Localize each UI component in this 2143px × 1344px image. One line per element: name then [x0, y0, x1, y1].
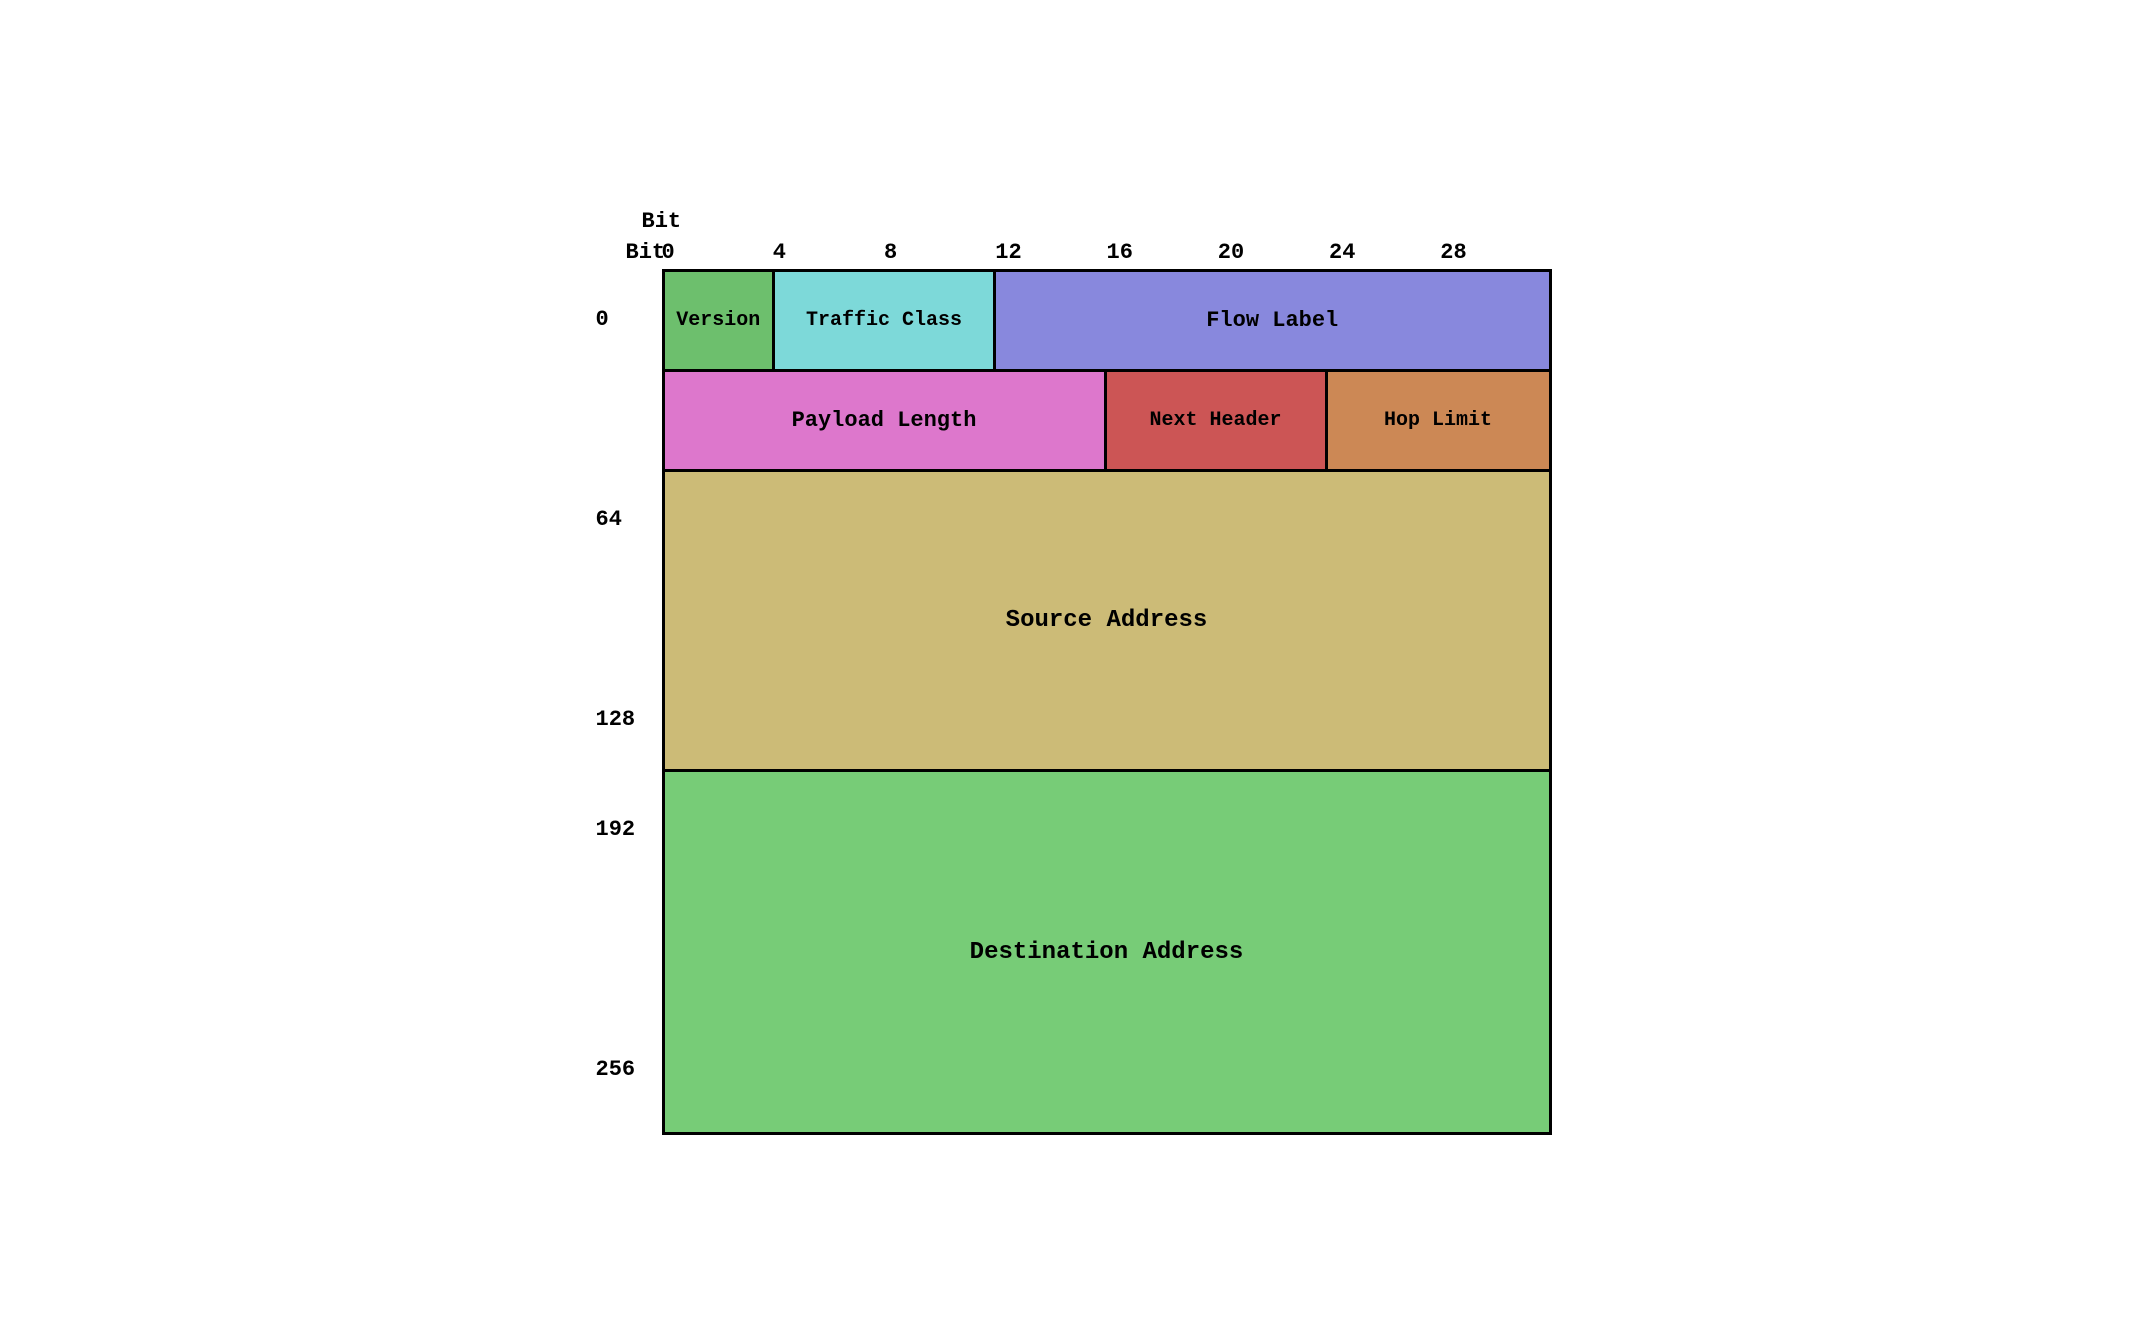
bit-12: 12	[995, 240, 1021, 265]
source-address-cell: Source Address	[665, 472, 1549, 772]
destination-address-cell: Destination Address	[665, 772, 1549, 1132]
row-label-128: 128	[592, 669, 662, 769]
row-label-96	[592, 569, 662, 669]
payload-length-label: Payload Length	[792, 408, 977, 433]
hop-limit-label: Hop Limit	[1384, 409, 1492, 432]
ipv6-header-diagram: Bit Bit 0 4 8 12 16 20 24 28 0 64 128 19…	[592, 209, 1552, 1135]
next-header-label: Next Header	[1149, 409, 1281, 432]
next-header-cell: Next Header	[1107, 372, 1328, 469]
bit-numbers-row: Bit	[662, 209, 1552, 234]
version-label: Version	[676, 309, 760, 332]
bit-number-labels: 0 4 8 12 16 20 24 28	[662, 240, 1552, 265]
hop-limit-cell: Hop Limit	[1328, 372, 1549, 469]
packet-grid: Version Traffic Class Flow Label Payload…	[662, 269, 1552, 1135]
row-label-32	[592, 369, 662, 469]
destination-address-label: Destination Address	[970, 939, 1244, 966]
row-label-64: 64	[592, 469, 662, 569]
row-label-256: 256	[592, 1009, 662, 1129]
bit-numbers-container: Bit 0 4 8 12 16 20 24 28	[662, 240, 1552, 265]
version-cell: Version	[665, 272, 776, 369]
row-bits-0-31: Version Traffic Class Flow Label	[665, 272, 1549, 372]
row-bits-32-63: Payload Length Next Header Hop Limit	[665, 372, 1549, 472]
bit-8: 8	[884, 240, 897, 265]
bit-0: 0	[662, 240, 675, 265]
row-label-224	[592, 889, 662, 1009]
bit-4: 4	[773, 240, 786, 265]
payload-length-cell: Payload Length	[665, 372, 1107, 469]
bit-16: 16	[1107, 240, 1133, 265]
diagram-body: 0 64 128 192 256 Version Traffic Class F…	[592, 269, 1552, 1135]
bit-28: 28	[1440, 240, 1466, 265]
flow-label-cell: Flow Label	[996, 272, 1549, 369]
row-label-192: 192	[592, 769, 662, 889]
row-label-0: 0	[592, 269, 662, 369]
traffic-class-cell: Traffic Class	[775, 272, 996, 369]
bit-numbers: Bit	[662, 209, 1552, 234]
bit-24: 24	[1329, 240, 1355, 265]
traffic-class-label: Traffic Class	[806, 309, 962, 332]
row-labels: 0 64 128 192 256	[592, 269, 662, 1135]
flow-label-label: Flow Label	[1206, 308, 1338, 333]
source-address-label: Source Address	[1006, 607, 1208, 634]
bit-20: 20	[1218, 240, 1244, 265]
